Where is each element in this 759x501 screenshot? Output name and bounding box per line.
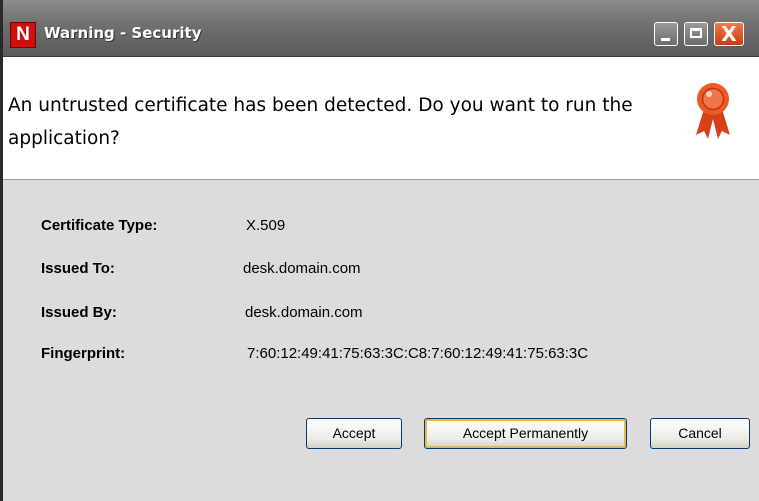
close-button[interactable]: X xyxy=(714,22,744,46)
certificate-type-value: X.509 xyxy=(246,217,286,234)
fingerprint-value: 7:60:12:49:41:75:63:3C:C8:7:60:12:49:41:… xyxy=(247,345,589,362)
issued-by-value: desk.domain.com xyxy=(245,304,363,321)
ribbon-award-icon xyxy=(696,83,730,139)
window-title: Warning - Security xyxy=(44,24,202,42)
accept-permanently-button[interactable]: Accept Permanently xyxy=(424,418,627,449)
minimize-button[interactable] xyxy=(654,22,678,46)
issued-to-value: desk.domain.com xyxy=(243,260,361,277)
warning-message: An untrusted certificate has been detect… xyxy=(8,95,633,149)
issued-to-label: Issued To: xyxy=(41,260,115,277)
issued-by-label: Issued By: xyxy=(41,304,117,321)
close-icon: X xyxy=(721,22,737,46)
message-panel: An untrusted certificate has been detect… xyxy=(3,57,759,180)
maximize-button[interactable] xyxy=(684,22,708,46)
fingerprint-label: Fingerprint: xyxy=(41,345,126,362)
security-warning-dialog: N Warning - Security X An untrusted cert… xyxy=(0,0,759,501)
title-bar[interactable]: N Warning - Security X xyxy=(3,0,759,57)
certificate-type-label: Certificate Type: xyxy=(41,217,158,234)
app-logo-icon: N xyxy=(10,22,36,48)
cancel-button[interactable]: Cancel xyxy=(650,418,750,449)
accept-button[interactable]: Accept xyxy=(306,418,402,449)
